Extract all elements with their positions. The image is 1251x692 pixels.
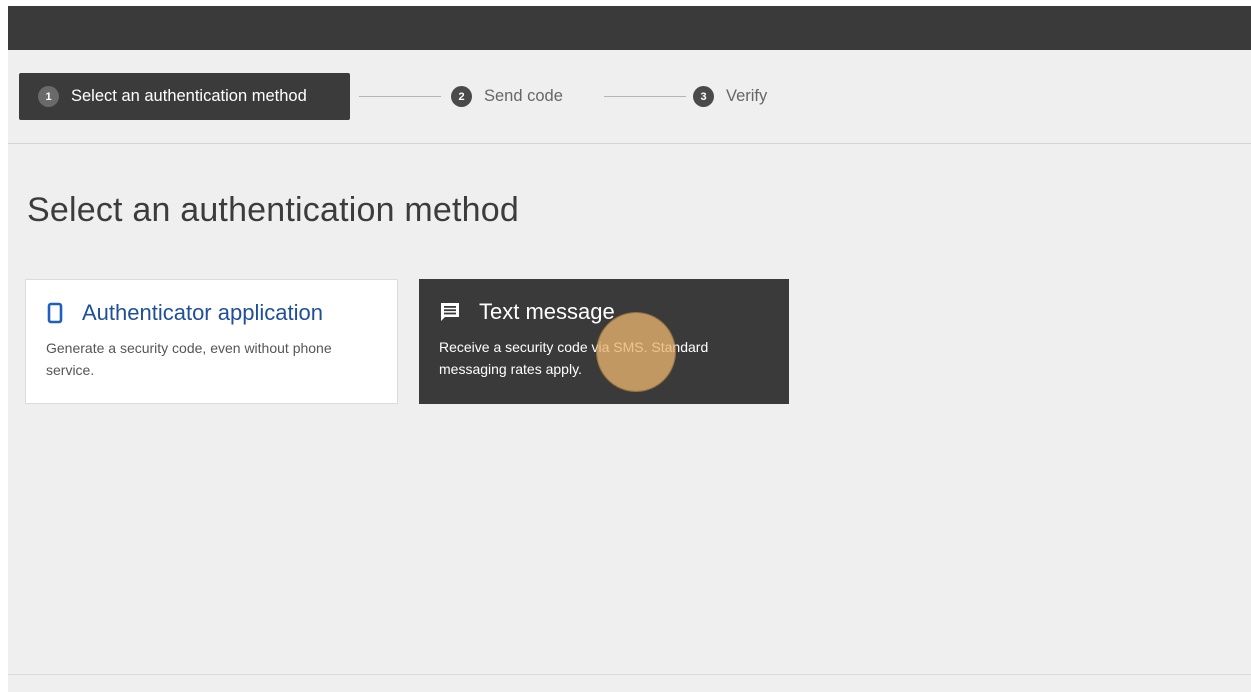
header-divider xyxy=(8,143,1251,144)
step-label: Send code xyxy=(484,87,563,105)
step-label: Select an authentication method xyxy=(71,87,307,105)
phone-icon xyxy=(46,302,64,324)
step-label: Verify xyxy=(726,87,768,105)
step-connector xyxy=(604,96,686,97)
step-number: 3 xyxy=(693,86,714,107)
progress-stepper: 1 Select an authentication method 2 Send… xyxy=(19,73,1251,120)
text-message-option[interactable]: Text message Receive a security code via… xyxy=(419,279,789,404)
app-frame: 1 Select an authentication method 2 Send… xyxy=(8,6,1251,692)
step-select-method: 1 Select an authentication method xyxy=(19,73,350,120)
step-verify: 3 Verify xyxy=(693,73,767,120)
option-title: Authenticator application xyxy=(82,300,323,325)
footer-divider xyxy=(8,674,1251,675)
option-header: Authenticator application xyxy=(46,300,377,326)
option-header: Text message xyxy=(439,299,769,325)
step-send-code: 2 Send code xyxy=(451,73,563,120)
step-number: 1 xyxy=(38,86,59,107)
option-title: Text message xyxy=(479,299,615,324)
step-connector xyxy=(359,96,441,97)
option-description: Generate a security code, even without p… xyxy=(46,340,332,378)
authenticator-app-option[interactable]: Authenticator application Generate a sec… xyxy=(25,279,398,404)
message-icon xyxy=(439,301,461,323)
step-number: 2 xyxy=(451,86,472,107)
option-description: Receive a security code via SMS. Standar… xyxy=(439,339,709,377)
top-bar xyxy=(8,6,1251,50)
page-title: Select an authentication method xyxy=(27,191,519,229)
